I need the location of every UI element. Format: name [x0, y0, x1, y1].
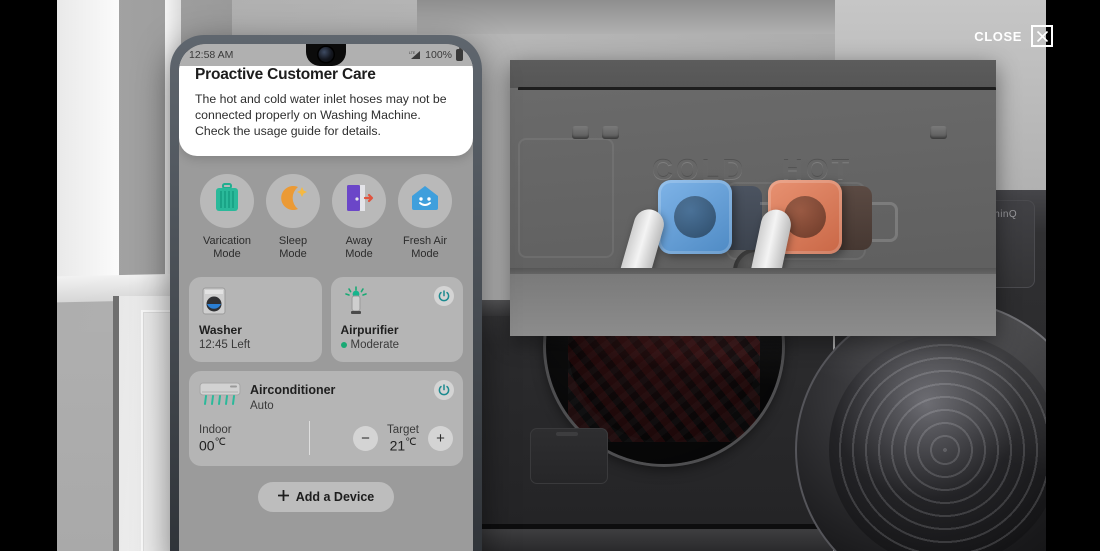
- mode-label-line1: Sleep: [278, 234, 308, 247]
- close-x-icon[interactable]: [1031, 25, 1053, 47]
- mode-fresh-air[interactable]: Fresh Air Mode: [393, 173, 457, 262]
- device-name: Airpurifier: [340, 323, 399, 338]
- ac-target-value: 21℃: [387, 437, 419, 454]
- hose-connection-video-overlay: COLD HOT: [510, 60, 996, 336]
- mode-label: Varication Mode: [195, 235, 259, 262]
- moon-star-icon: [278, 183, 308, 218]
- ac-header: Airconditioner Auto: [199, 381, 453, 412]
- back-panel-plate-left: [518, 138, 614, 258]
- device-status-text: 12:45 Left: [199, 339, 251, 352]
- temperature-decrease-button[interactable]: −: [353, 425, 379, 451]
- panel-bolt: [572, 126, 589, 139]
- temperature-increase-button[interactable]: +: [428, 425, 453, 451]
- panel-bolt: [930, 126, 947, 139]
- ac-indoor-unit: ℃: [214, 436, 226, 448]
- device-status: Moderate: [340, 339, 454, 352]
- door-exit-icon: [343, 183, 375, 218]
- filter-access-panel: [530, 428, 608, 484]
- front-camera-icon: [318, 47, 334, 62]
- close-label: CLOSE: [974, 28, 1022, 44]
- mode-label-line1: Away: [345, 234, 373, 247]
- washing-machine-icon: [199, 286, 312, 316]
- ac-mode: Auto: [250, 400, 274, 413]
- device-card-airpurifier[interactable]: Airpurifier Moderate: [330, 277, 463, 363]
- add-device-button[interactable]: Add a Device: [257, 482, 395, 513]
- status-bar-time: 12:58 AM: [189, 49, 234, 61]
- notification-body: The hot and cold water inlet hoses may n…: [195, 92, 447, 139]
- mode-away[interactable]: Away Mode: [327, 173, 391, 262]
- svg-text:LTE: LTE: [409, 51, 416, 55]
- proactive-care-notification-card[interactable]: Proactive Customer Care The hot and cold…: [179, 52, 473, 156]
- mode-label: Away Mode: [327, 235, 391, 262]
- overlay-floor: [510, 274, 996, 336]
- ac-indoor-block: Indoor 00℃: [199, 424, 307, 454]
- notification-title: Proactive Customer Care: [195, 66, 376, 83]
- thinq-app-content: Proactive Customer Care The hot and cold…: [179, 52, 473, 513]
- device-cards-row: Washer 12:45 Left Airpurifier Moderate: [189, 277, 463, 363]
- ac-indoor-label: Indoor: [199, 423, 232, 436]
- add-device-row: Add a Device: [189, 482, 463, 513]
- battery-percent-label: 100%: [425, 49, 452, 61]
- letterbox-left: [0, 0, 57, 551]
- cold-water-inlet-connector: [658, 180, 732, 254]
- device-card-washer[interactable]: Washer 12:45 Left: [189, 277, 322, 363]
- ac-indoor-number: 00: [199, 437, 215, 454]
- ac-device-name: Airconditioner: [250, 383, 336, 398]
- lte-signal-icon: LTE: [409, 50, 421, 60]
- phone-screen: 12:58 AM LTE 100% Proactive Customer Car…: [179, 44, 473, 551]
- overlay-top-rail: [510, 60, 996, 92]
- ac-divider: [309, 421, 310, 456]
- mode-label: Sleep Mode: [261, 235, 325, 262]
- mode-label-line1: Varication: [202, 234, 252, 247]
- add-device-label: Add a Device: [295, 490, 375, 505]
- air-conditioner-icon: [199, 381, 241, 412]
- smartphone-device: 12:58 AM LTE 100% Proactive Customer Car…: [170, 35, 482, 551]
- status-bar-indicators: LTE 100%: [409, 47, 463, 61]
- ac-temperature-row: Indoor 00℃ − Target 21℃ +: [199, 421, 453, 456]
- mode-label-line1: Fresh Air: [402, 234, 447, 247]
- battery-full-icon: [456, 47, 463, 61]
- mode-icon-circle: [332, 173, 386, 228]
- ac-target-unit: ℃: [405, 436, 417, 448]
- panel-bolt: [602, 126, 619, 139]
- plus-icon: [277, 490, 290, 504]
- washer-plinth: [448, 529, 833, 551]
- mode-sleep[interactable]: Sleep Mode: [261, 173, 325, 262]
- device-name: Washer: [199, 323, 242, 338]
- mode-label-line2: Mode: [279, 248, 307, 261]
- mode-label-line2: Mode: [411, 248, 439, 261]
- mode-label-line2: Mode: [213, 248, 241, 261]
- cabinet-side-panel: [57, 0, 119, 280]
- ac-text-block: Airconditioner Auto: [250, 381, 335, 412]
- phone-bezel: 12:58 AM LTE 100% Proactive Customer Car…: [179, 44, 473, 551]
- mode-varication[interactable]: Varication Mode: [195, 173, 259, 262]
- ac-target-block: Target 21℃: [387, 424, 419, 454]
- mode-label-line2: Mode: [345, 248, 373, 261]
- device-status: 12:45 Left: [199, 339, 312, 351]
- mode-shortcuts-row: Varication Mode Sleep Mode Away Mode Fre…: [189, 156, 463, 266]
- device-status-text: Moderate: [350, 339, 400, 352]
- overhead-cabinet-shadow: [417, 0, 847, 34]
- ac-target-controls: − Target 21℃ +: [316, 424, 453, 454]
- letterbox-right: [1046, 0, 1100, 551]
- ac-target-number: 21: [389, 437, 406, 454]
- suitcase-icon: [214, 183, 240, 218]
- mode-label: Fresh Air Mode: [393, 235, 457, 262]
- inlet-bracket: [872, 202, 898, 242]
- house-smile-icon: [410, 184, 440, 217]
- mode-icon-circle: [398, 173, 452, 228]
- washing-machine-front: [445, 228, 833, 551]
- close-control[interactable]: CLOSE: [974, 25, 1053, 47]
- status-dot: [340, 342, 347, 349]
- mode-icon-circle: [266, 173, 320, 228]
- ac-indoor-value: 00℃: [199, 437, 307, 454]
- mode-icon-circle: [200, 173, 254, 228]
- screenshot-root: ThinQ COLD HOT 12:58 AM LTE 100% Proacti…: [0, 0, 1100, 551]
- device-card-airconditioner[interactable]: Airconditioner Auto Indoor 00℃ − Target …: [189, 371, 463, 467]
- ac-target-label: Target: [387, 423, 419, 436]
